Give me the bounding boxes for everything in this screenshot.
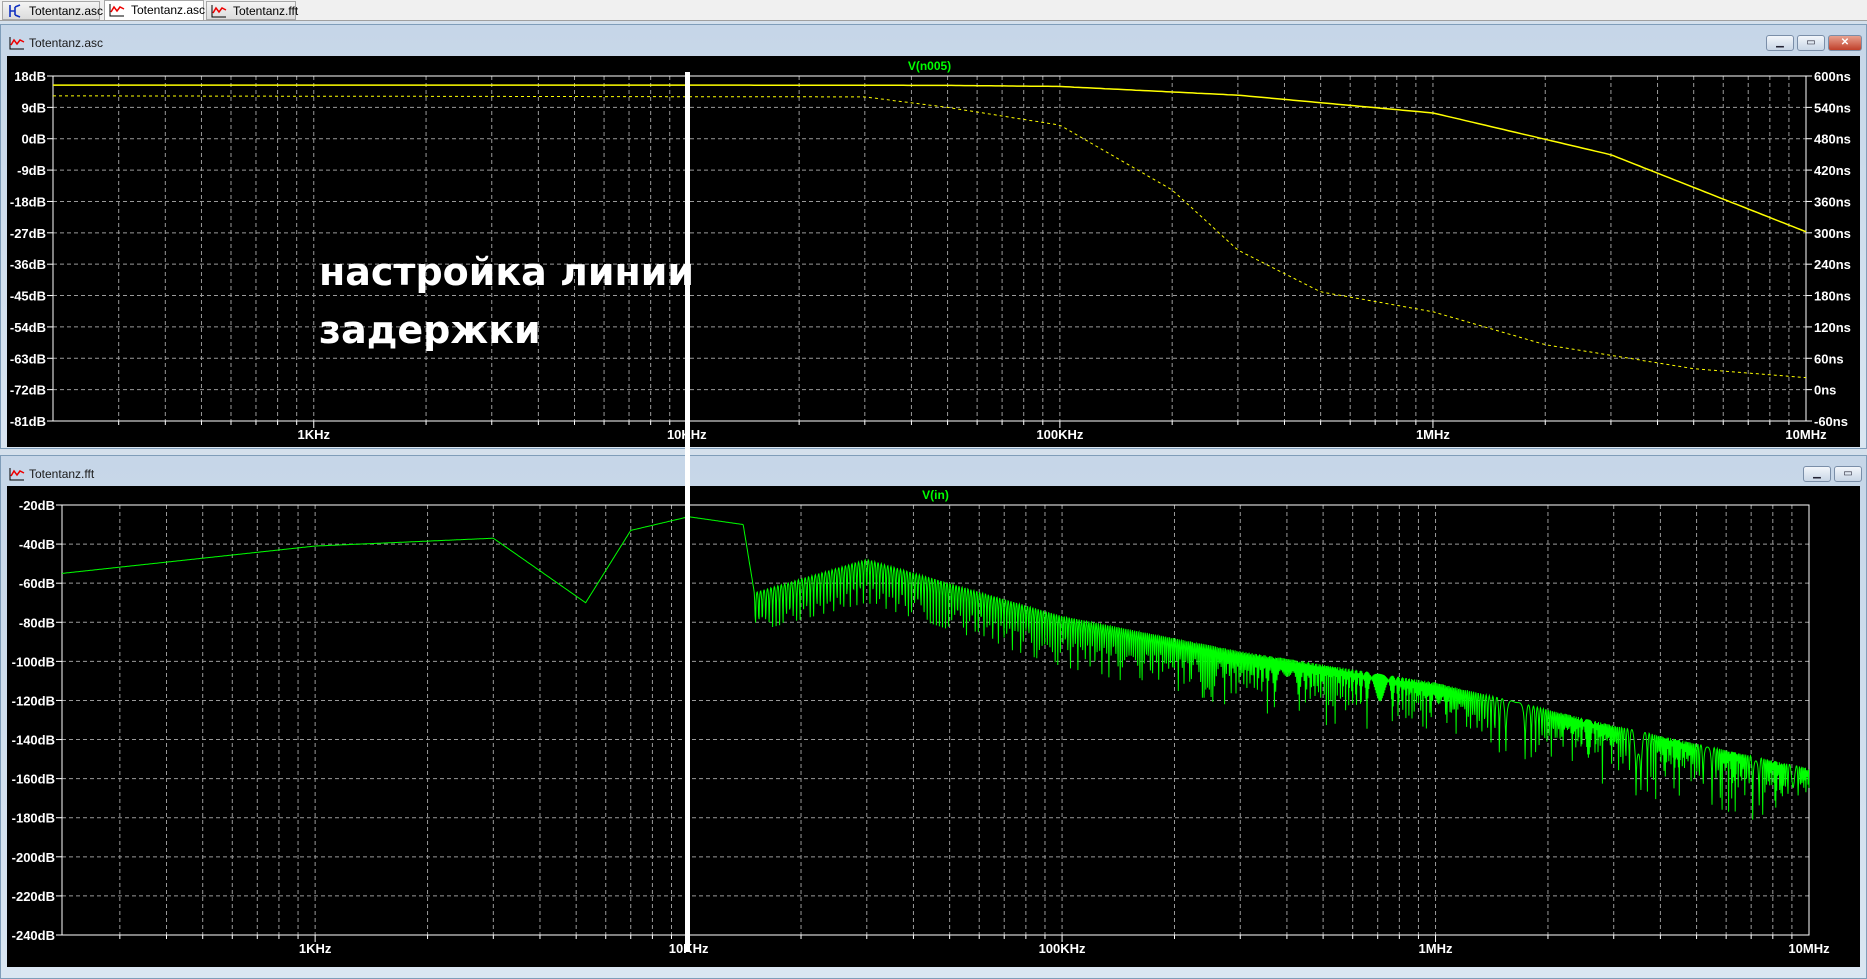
y-tick-label: -120dB (12, 693, 55, 708)
plots-layer: 18dB 600ns 9dB 540ns 0dB 480ns -9dB 420ns -18dB 3… (10, 59, 1851, 956)
y-tick-label: -160dB (12, 772, 55, 787)
y2-tick-label: 300ns (1814, 226, 1851, 241)
y2-tick-label: 600ns (1814, 69, 1851, 84)
y-tick-label: -18dB (10, 194, 46, 209)
annotation-line-1: настройка линии (319, 250, 695, 294)
y-tick-label: -80dB (19, 615, 55, 630)
y2-tick-label: 180ns (1814, 289, 1851, 304)
x-tick-label: 1MHz (1416, 427, 1450, 442)
y-tick-label: -200dB (12, 850, 55, 865)
y2-tick-label: 0ns (1814, 383, 1836, 398)
y-tick-label: -240dB (12, 928, 55, 943)
y-tick-label: -45dB (10, 289, 46, 304)
y-tick-label: -20dB (19, 498, 55, 513)
y-tick-label: -54dB (10, 320, 46, 335)
y-tick-label: -100dB (12, 654, 55, 669)
x-tick-label: 100KHz (1036, 427, 1083, 442)
y-tick-label: 0dB (21, 132, 46, 147)
trace-fft (62, 516, 1810, 820)
y2-tick-label: 120ns (1814, 320, 1851, 335)
trace-label: V(n005) (908, 59, 951, 73)
y2-tick-label: 360ns (1814, 194, 1851, 209)
y-tick-label: -40dB (19, 537, 55, 552)
y2-tick-label: 420ns (1814, 163, 1851, 178)
x-tick-label: 1KHz (298, 427, 331, 442)
annotation-marker-line (685, 72, 690, 952)
plot-frame (52, 75, 1807, 422)
y-tick-label: -60dB (19, 576, 55, 591)
y2-tick-label: 240ns (1814, 257, 1851, 272)
y-tick-label: -9dB (17, 163, 46, 178)
trace-label: V(in) (922, 488, 949, 502)
y-tick-label: -81dB (10, 414, 46, 429)
y-tick-label: -63dB (10, 351, 46, 366)
x-tick-label: 1MHz (1419, 941, 1453, 956)
x-tick-label: 10MHz (1785, 427, 1827, 442)
y-tick-label: 9dB (21, 100, 46, 115)
y-tick-label: -220dB (12, 889, 55, 904)
y-tick-label: -140dB (12, 733, 55, 748)
y2-tick-label: 540ns (1814, 100, 1851, 115)
y2-tick-label: 480ns (1814, 132, 1851, 147)
y-tick-label: 18dB (14, 69, 46, 84)
x-tick-label: 10MHz (1788, 941, 1830, 956)
y-tick-label: -72dB (10, 383, 46, 398)
annotation-line-2: задержки (319, 308, 541, 352)
y-tick-label: -36dB (10, 257, 46, 272)
x-tick-label: 1KHz (299, 941, 332, 956)
y-tick-label: -180dB (12, 811, 55, 826)
x-tick-label: 100KHz (1039, 941, 1086, 956)
y-tick-label: -27dB (10, 226, 46, 241)
y2-tick-label: 60ns (1814, 351, 1844, 366)
